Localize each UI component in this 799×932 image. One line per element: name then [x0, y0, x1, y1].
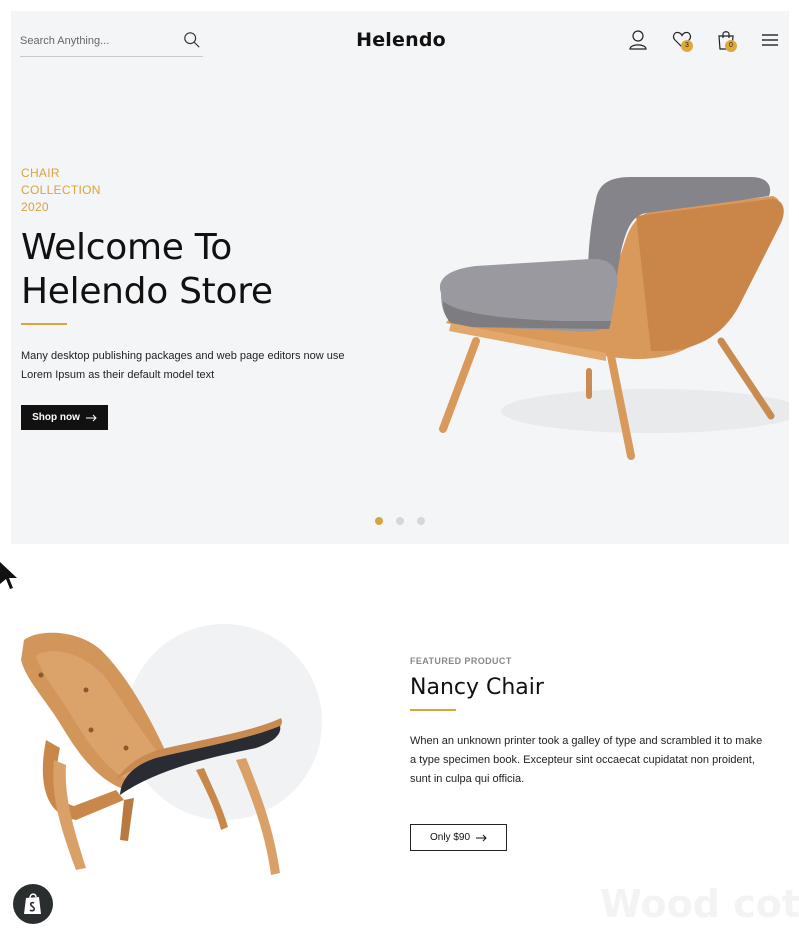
hero-banner: Helendo 3 0 CHAIR COLLECTION 2020 W: [11, 11, 789, 544]
shopify-button[interactable]: [13, 884, 53, 924]
search-input[interactable]: [20, 31, 170, 51]
hero-chair-image: [439, 177, 789, 460]
mouse-pointer-icon: [0, 562, 17, 589]
slide-dot-1[interactable]: [375, 517, 383, 525]
hero-eyebrow-line: 2020: [21, 200, 49, 214]
hero-content: CHAIR COLLECTION 2020 Welcome To Helendo…: [21, 165, 361, 430]
slide-dot-2[interactable]: [396, 517, 404, 525]
featured-title[interactable]: Nancy Chair: [410, 675, 770, 700]
price-button[interactable]: Only $90: [410, 824, 507, 851]
hero-title-line: Welcome To: [21, 227, 233, 268]
hero-description-line: Many desktop publishing packages and web…: [21, 350, 345, 362]
hero-title-line: Helendo Store: [21, 271, 273, 312]
cart-count-badge: 0: [725, 40, 737, 52]
menu-icon[interactable]: [759, 29, 781, 51]
search-bar: [20, 29, 203, 57]
shopify-icon: [24, 893, 41, 914]
hero-description: Many desktop publishing packages and web…: [21, 347, 351, 385]
arrow-right-icon: [85, 414, 97, 421]
shop-now-label: Shop now: [32, 412, 80, 423]
featured-chair-image: [21, 632, 282, 875]
site-logo[interactable]: Helendo: [351, 29, 451, 51]
hero-eyebrow-line: COLLECTION: [21, 183, 101, 197]
featured-label: FEATURED PRODUCT: [410, 656, 512, 666]
arrow-right-icon: [476, 834, 487, 841]
hero-title: Welcome To Helendo Store: [21, 226, 361, 314]
hero-description-line: Lorem Ipsum as their default model text: [21, 369, 215, 381]
featured-divider: [410, 709, 456, 711]
background-watermark: Wood coth: [600, 882, 799, 926]
hero-divider: [21, 323, 67, 325]
shop-now-button[interactable]: Shop now: [21, 405, 108, 430]
slide-dot-3[interactable]: [417, 517, 425, 525]
search-icon[interactable]: [183, 31, 201, 49]
price-label: Only $90: [429, 832, 471, 843]
cart-button[interactable]: 0: [715, 29, 737, 52]
wishlist-button[interactable]: 3: [671, 29, 693, 52]
featured-description: When an unknown printer took a galley of…: [410, 735, 763, 785]
site-header: Helendo 3 0: [11, 11, 789, 81]
wishlist-count-badge: 3: [681, 40, 693, 52]
user-icon[interactable]: [627, 29, 649, 51]
featured-product: FEATURED PRODUCT Nancy Chair When an unk…: [410, 656, 770, 851]
hero-eyebrow-line: CHAIR: [21, 166, 60, 180]
hero-eyebrow: CHAIR COLLECTION 2020: [21, 165, 361, 216]
